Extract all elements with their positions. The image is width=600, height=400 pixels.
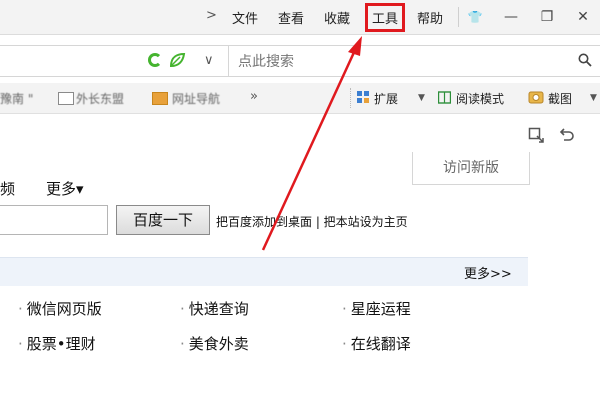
- service-link[interactable]: · 快递查询: [180, 298, 249, 319]
- bookmarks-bar: 豫南 " 外长东盟 网址导航 » 扩展 ▼ 阅读模式 截图 ▼: [0, 83, 600, 114]
- service-label: 微信网页版: [26, 300, 102, 318]
- menu-help[interactable]: 帮助: [417, 8, 443, 27]
- reading-mode-button[interactable]: 阅读模式: [456, 90, 504, 107]
- service-label: 快递查询: [188, 300, 249, 318]
- menu-file[interactable]: 文件: [232, 8, 258, 27]
- menu-expand-arrow[interactable]: >: [206, 8, 217, 23]
- screenshot-button[interactable]: 截图: [548, 90, 572, 107]
- address-bar: ∨: [0, 45, 600, 77]
- service-link[interactable]: · 星座运程: [342, 298, 411, 319]
- service-link[interactable]: · 微信网页版: [18, 298, 102, 319]
- homepage-links[interactable]: 把百度添加到桌面 | 把本站设为主页: [216, 213, 408, 230]
- screenshot-icon[interactable]: [528, 89, 544, 105]
- section-more-link[interactable]: 更多>>: [464, 263, 512, 282]
- service-label: 星座运程: [350, 300, 411, 318]
- menu-tools[interactable]: 工具: [364, 3, 406, 32]
- close-icon[interactable]: ✕: [572, 6, 594, 28]
- refresh-icon[interactable]: [148, 53, 162, 67]
- baidu-search-input[interactable]: [0, 205, 108, 235]
- visit-new-version-link[interactable]: 访问新版: [412, 152, 530, 185]
- bookmark-item[interactable]: 网址导航: [172, 90, 220, 107]
- baidu-search-button[interactable]: 百度一下: [116, 205, 210, 235]
- shirt-icon[interactable]: 👕: [464, 6, 486, 28]
- bookmark-folder-icon: [152, 92, 168, 105]
- reading-mode-icon[interactable]: [438, 91, 451, 104]
- undo-icon[interactable]: [558, 127, 574, 143]
- section-header-bar: [0, 257, 528, 286]
- window-separator: [458, 7, 459, 27]
- chevron-down-icon[interactable]: ∨: [204, 53, 214, 68]
- new-window-icon[interactable]: [528, 127, 544, 143]
- extension-dropdown-icon[interactable]: ▼: [418, 93, 425, 103]
- bookmark-item[interactable]: 豫南 ": [0, 90, 33, 107]
- title-bar: > 文件 查看 收藏 工具 帮助 👕 — ❐ ✕: [0, 0, 600, 35]
- menu-view[interactable]: 查看: [278, 8, 304, 27]
- extension-icon[interactable]: [357, 91, 370, 104]
- nav-tab-video[interactable]: 频: [0, 178, 15, 199]
- right-blank-area: [528, 185, 600, 285]
- restore-icon[interactable]: ❐: [536, 6, 558, 28]
- leaf-icon[interactable]: [168, 51, 186, 69]
- bookmark-folder-icon: [58, 92, 74, 105]
- nav-more-link[interactable]: 更多▾: [46, 178, 84, 199]
- search-icon[interactable]: [578, 53, 592, 67]
- bottom-fade-overlay: [0, 350, 600, 400]
- minimize-icon[interactable]: —: [500, 6, 522, 28]
- screenshot-dropdown-icon[interactable]: ▼: [590, 93, 597, 103]
- toolbar-separator: [350, 88, 353, 108]
- search-input[interactable]: [236, 50, 560, 74]
- bookmark-item[interactable]: 外长东盟: [76, 90, 124, 107]
- extension-button[interactable]: 扩展: [374, 90, 398, 107]
- bookmarks-overflow-icon[interactable]: »: [250, 89, 258, 104]
- menu-favorites[interactable]: 收藏: [324, 8, 350, 27]
